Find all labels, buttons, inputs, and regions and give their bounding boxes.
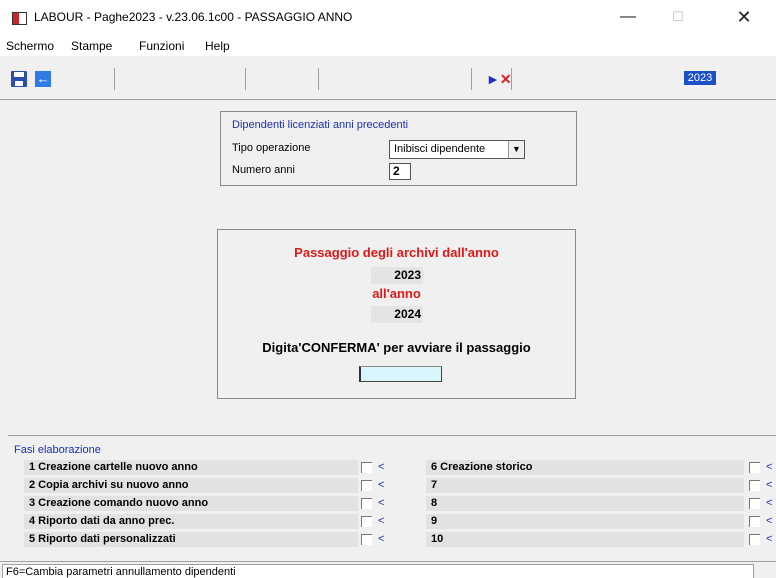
phase-checkbox[interactable] bbox=[749, 534, 760, 545]
phase-checkbox[interactable] bbox=[749, 462, 760, 473]
passaggio-title: Passaggio degli archivi dall'anno bbox=[294, 245, 499, 260]
tipo-operazione-value: Inibisci dipendente bbox=[394, 143, 486, 155]
close-button[interactable]: ✕ bbox=[724, 4, 764, 30]
status-text: F6=Cambia parametri annullamento dipende… bbox=[6, 566, 236, 578]
licenziati-panel: Dipendenti licenziati anni precedenti Ti… bbox=[220, 111, 577, 186]
toolbar-separator bbox=[471, 68, 472, 90]
phase-checkbox[interactable] bbox=[749, 516, 760, 527]
save-icon[interactable] bbox=[11, 71, 27, 87]
phase-row: 4 Riporto dati da anno prec. bbox=[24, 514, 358, 529]
phase-label: 7 bbox=[431, 479, 438, 491]
phase-checkbox[interactable] bbox=[749, 498, 760, 509]
phase-row: 1 Creazione cartelle nuovo anno bbox=[24, 460, 358, 475]
phase-checkbox[interactable] bbox=[749, 480, 760, 491]
chevron-left-icon[interactable]: < bbox=[378, 533, 384, 545]
chevron-left-icon[interactable]: < bbox=[378, 497, 384, 509]
phase-label: 6 Creazione storico bbox=[431, 461, 533, 473]
window-title: LABOUR - Paghe2023 - v.23.06.1c00 - PASS… bbox=[34, 10, 353, 24]
phase-label: 1 Creazione cartelle nuovo anno bbox=[29, 461, 198, 473]
phase-label: 8 bbox=[431, 497, 438, 509]
chevron-left-icon[interactable]: < bbox=[766, 533, 772, 545]
tipo-operazione-label: Tipo operazione bbox=[232, 142, 311, 154]
phase-label: 4 Riporto dati da anno prec. bbox=[29, 515, 175, 527]
to-year-field: 2024 bbox=[371, 306, 423, 323]
back-arrow-icon[interactable]: ← bbox=[35, 71, 51, 87]
menu-stampe[interactable]: Stampe bbox=[71, 39, 112, 53]
numero-anni-input[interactable]: 2 bbox=[389, 163, 411, 180]
phase-checkbox[interactable] bbox=[361, 498, 372, 509]
chevron-left-icon[interactable]: < bbox=[766, 515, 772, 527]
phase-checkbox[interactable] bbox=[361, 534, 372, 545]
phase-row: 2 Copia archivi su nuovo anno bbox=[24, 478, 358, 493]
phase-label: 3 Creazione comando nuovo anno bbox=[29, 497, 209, 509]
toolbar-separator bbox=[511, 68, 512, 90]
chevron-left-icon[interactable]: < bbox=[378, 479, 384, 491]
confirm-input[interactable] bbox=[359, 366, 442, 382]
tipo-operazione-select[interactable]: Inibisci dipendente ▼ bbox=[389, 140, 525, 159]
menu-schermo[interactable]: Schermo bbox=[6, 39, 54, 53]
confirm-instruction: Digita'CONFERMA' per avviare il passaggi… bbox=[262, 340, 531, 355]
from-year-field: 2023 bbox=[371, 267, 423, 284]
chevron-left-icon[interactable]: < bbox=[378, 515, 384, 527]
phase-checkbox[interactable] bbox=[361, 516, 372, 527]
phase-row: 9 bbox=[426, 514, 744, 529]
status-panel: F6=Cambia parametri annullamento dipende… bbox=[2, 564, 754, 578]
passaggio-panel: Passaggio degli archivi dall'anno 2023 a… bbox=[217, 229, 576, 399]
licenziati-title: Dipendenti licenziati anni precedenti bbox=[232, 119, 409, 131]
menu-bar: Schermo Stampe Funzioni Help bbox=[0, 36, 776, 56]
fasi-title: Fasi elaborazione bbox=[14, 444, 101, 456]
chevron-left-icon[interactable]: < bbox=[766, 461, 772, 473]
phase-label: 9 bbox=[431, 515, 438, 527]
phase-checkbox[interactable] bbox=[361, 462, 372, 473]
chevron-left-icon[interactable]: < bbox=[766, 479, 772, 491]
toolbar-separator bbox=[245, 68, 246, 90]
phase-row: 5 Riporto dati personalizzati bbox=[24, 532, 358, 547]
chevron-left-icon[interactable]: < bbox=[378, 461, 384, 473]
phase-row: 8 bbox=[426, 496, 744, 511]
chevron-down-icon[interactable]: ▼ bbox=[508, 141, 524, 158]
title-bar: LABOUR - Paghe2023 - v.23.06.1c00 - PASS… bbox=[0, 0, 776, 36]
phase-checkbox[interactable] bbox=[361, 480, 372, 491]
app-icon bbox=[12, 12, 27, 25]
toolbar: ← ►✕ 2023 bbox=[0, 56, 776, 100]
chevron-left-icon[interactable]: < bbox=[766, 497, 772, 509]
phase-row: 3 Creazione comando nuovo anno bbox=[24, 496, 358, 511]
toolbar-separator bbox=[114, 68, 115, 90]
status-bar: F6=Cambia parametri annullamento dipende… bbox=[0, 561, 776, 578]
phase-row: 6 Creazione storico bbox=[426, 460, 744, 475]
cancel-x-icon[interactable]: ►✕ bbox=[486, 72, 512, 86]
phase-label: 5 Riporto dati personalizzati bbox=[29, 533, 176, 545]
minimize-button[interactable]: — bbox=[608, 4, 648, 30]
to-year-label: all'anno bbox=[372, 286, 421, 301]
phase-label: 10 bbox=[431, 533, 444, 545]
phases-divider bbox=[8, 435, 776, 436]
menu-help[interactable]: Help bbox=[205, 39, 230, 53]
phase-row: 10 bbox=[426, 532, 744, 547]
maximize-button[interactable]: ☐ bbox=[658, 4, 698, 30]
menu-funzioni[interactable]: Funzioni bbox=[139, 39, 184, 53]
year-badge: 2023 bbox=[684, 71, 716, 85]
phase-row: 7 bbox=[426, 478, 744, 493]
toolbar-separator bbox=[318, 68, 319, 90]
numero-anni-label: Numero anni bbox=[232, 164, 295, 176]
phase-label: 2 Copia archivi su nuovo anno bbox=[29, 479, 189, 491]
